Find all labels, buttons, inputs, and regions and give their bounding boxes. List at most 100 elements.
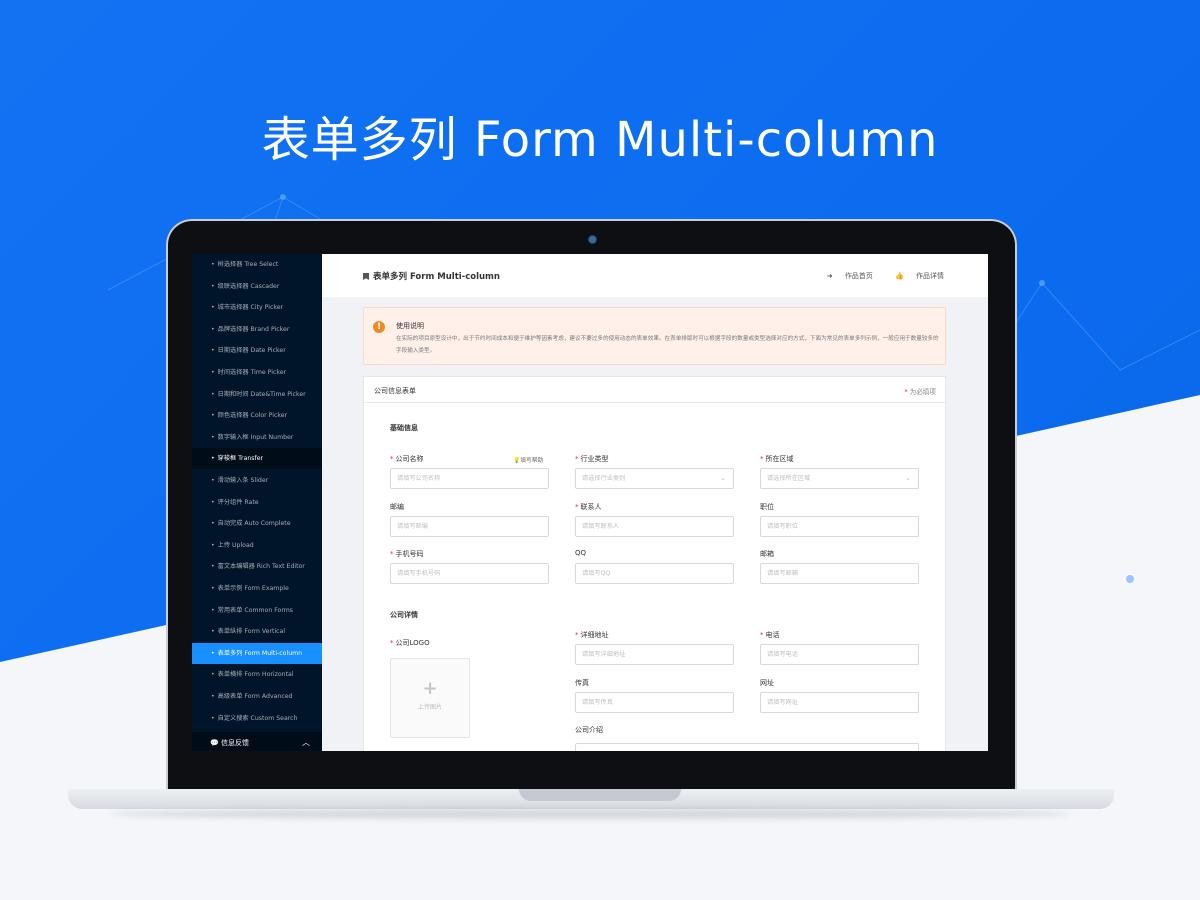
fax-input[interactable]: 请填写传真: [575, 692, 734, 713]
sidebar-item-form-horizontal[interactable]: 表单横排 Form Horizontal: [192, 664, 322, 685]
fill-help[interactable]: 💡填写帮助: [513, 455, 543, 464]
sidebar-item-input-number[interactable]: 数字输入框 Input Number: [192, 427, 322, 448]
plus-icon: +: [422, 678, 438, 699]
laptop-base-notch: [519, 789, 681, 801]
sidebar-group-feedback[interactable]: 💬 信息反馈 ︿: [192, 732, 322, 751]
region-select[interactable]: 请选择所在区域 ⌄: [760, 468, 919, 489]
notice-title: 使用说明: [396, 322, 424, 330]
banner-title: 表单多列 Form Multi-column: [261, 112, 939, 168]
label-phone-text: 电话: [765, 631, 780, 639]
sidebar-item-cascader[interactable]: 级联选择器 Cascader: [192, 276, 322, 297]
address-input[interactable]: 请填写详细地址: [575, 644, 734, 665]
label-company-intro: 公司介绍: [575, 726, 603, 734]
sidebar-item-rate[interactable]: 评分组件 Rate: [192, 492, 322, 513]
bookmark-icon: [363, 273, 369, 280]
company-name-input[interactable]: 请填写公司名称: [390, 468, 549, 489]
webcam: [589, 236, 596, 243]
label-company-logo-text: 公司LOGO: [395, 639, 430, 647]
required-note: * 为必填项: [904, 388, 936, 396]
postcode-input[interactable]: 请填写邮编: [390, 516, 549, 537]
chevron-up-icon: ︿: [302, 738, 310, 747]
sidebar-item-color-picker[interactable]: 颜色选择器 Color Picker: [192, 405, 322, 426]
laptop-screen: 树选择器 Tree Select 级联选择器 Cascader 城市选择器 Ci…: [192, 254, 988, 751]
label-company-name: * 公司名称: [390, 455, 424, 463]
laptop-shadow: [110, 809, 1070, 819]
link-home[interactable]: ➜ 作品首页: [817, 272, 873, 280]
label-company-name-text: 公司名称: [395, 455, 424, 463]
email-input[interactable]: 请填写邮箱: [760, 563, 919, 584]
usage-notice: ! 使用说明 在实际的项目原型设计中，出于节约时间成本和便于维护等因素考虑，建议…: [363, 307, 946, 365]
arrow-circle-icon: ➜: [826, 272, 833, 280]
sidebar-item-datetime-picker[interactable]: 日期和时间 Date&Time Picker: [192, 384, 322, 405]
chevron-down-icon: ⌄: [720, 474, 726, 482]
required-note-text: 为必填项: [909, 388, 936, 396]
notice-text: 在实际的项目原型设计中，出于节约时间成本和便于维护等因素考虑，建议不要过多的使用…: [396, 336, 939, 354]
page-title-text: 表单多列 Form Multi-column: [373, 272, 500, 282]
label-region: * 所在区域: [760, 455, 794, 463]
label-industry-text: 行业类型: [580, 455, 609, 463]
sidebar-item-upload[interactable]: 上传 Upload: [192, 535, 322, 556]
thumbs-up-icon: 👍: [895, 272, 904, 280]
upload-text: 上传图片: [417, 704, 442, 711]
section-company-detail: 公司详情: [390, 611, 418, 619]
sidebar-item-form-example[interactable]: 表单示例 Form Example: [192, 578, 322, 599]
section-basic-info: 基础信息: [390, 424, 418, 432]
sidebar-item-rich-text-editor[interactable]: 富文本编辑器 Rich Text Editor: [192, 556, 322, 577]
website-input[interactable]: 请填写网址: [760, 692, 919, 713]
label-phone: * 电话: [760, 631, 780, 639]
main-content: 表单多列 Form Multi-column ➜ 作品首页 👍 作品详情 ! 使…: [322, 254, 988, 751]
company-intro-textarea[interactable]: [575, 743, 919, 751]
page-header: 表单多列 Form Multi-column ➜ 作品首页 👍 作品详情: [322, 254, 988, 297]
warning-icon: !: [373, 321, 385, 333]
sidebar-item-form-multi-column[interactable]: 表单多列 Form Multi-column: [192, 642, 322, 664]
phone-input[interactable]: 请填写电话: [760, 644, 919, 665]
sidebar-item-auto-complete[interactable]: 自动完成 Auto Complete: [192, 513, 322, 534]
label-region-text: 所在区域: [765, 455, 794, 463]
sidebar-item-city-picker[interactable]: 城市选择器 City Picker: [192, 297, 322, 318]
decorative-dot: [1126, 575, 1134, 583]
label-address-text: 详细地址: [580, 631, 609, 639]
sidebar-item-tree-select[interactable]: 树选择器 Tree Select: [192, 254, 322, 275]
label-contact: * 联系人: [575, 503, 602, 511]
sidebar-item-slider[interactable]: 滑动输入条 Slider: [192, 470, 322, 491]
sidebar-item-brand-picker[interactable]: 品牌选择器 Brand Picker: [192, 319, 322, 340]
chevron-down-icon: ⌄: [905, 474, 911, 482]
sidebar-item-common-forms[interactable]: 常用表单 Common Forms: [192, 600, 322, 621]
label-qq: QQ: [575, 549, 587, 557]
position-input[interactable]: 请填写职位: [760, 516, 919, 537]
region-select-placeholder: 请选择所在区域: [767, 475, 811, 482]
fill-help-text: 填写帮助: [520, 458, 544, 464]
sidebar-item-time-picker[interactable]: 时间选择器 Time Picker: [192, 362, 322, 383]
link-home-label: 作品首页: [844, 272, 873, 280]
label-mobile: * 手机号码: [390, 550, 424, 558]
contact-input[interactable]: 请填写联系人: [575, 516, 734, 537]
header-links: ➜ 作品首页 👍 作品详情: [807, 271, 944, 281]
sidebar-item-form-advanced[interactable]: 高级表单 Form Advanced: [192, 686, 322, 707]
qq-input[interactable]: 请填写QQ: [575, 563, 734, 584]
logo-upload[interactable]: + 上传图片: [390, 658, 470, 738]
page-title: 表单多列 Form Multi-column: [363, 270, 500, 282]
link-detail[interactable]: 👍 作品详情: [885, 272, 944, 280]
sidebar-item-custom-search[interactable]: 自定义搜索 Custom Search: [192, 708, 322, 729]
label-fax: 传真: [575, 679, 589, 687]
label-industry: * 行业类型: [575, 455, 609, 463]
message-icon: 💬: [210, 739, 219, 747]
sidebar: 树选择器 Tree Select 级联选择器 Cascader 城市选择器 Ci…: [192, 254, 322, 751]
industry-select[interactable]: 请选择行业类别 ⌄: [575, 468, 734, 489]
card-header: 公司信息表单 * 为必填项: [364, 377, 945, 403]
company-info-form: 公司信息表单 * 为必填项 基础信息 * 公司名称 💡填写帮助 请填写公司名称 * 行…: [363, 376, 946, 751]
label-postcode: 邮编: [390, 503, 404, 511]
card-title: 公司信息表单: [374, 387, 416, 395]
label-contact-text: 联系人: [580, 503, 602, 511]
label-address: * 详细地址: [575, 631, 609, 639]
sidebar-item-transfer[interactable]: 穿梭框 Transfer: [192, 448, 322, 470]
label-position: 职位: [760, 503, 774, 511]
industry-select-placeholder: 请选择行业类别: [582, 475, 626, 482]
label-website: 网址: [760, 679, 774, 687]
sidebar-item-date-picker[interactable]: 日期选择器 Date Picker: [192, 340, 322, 361]
sidebar-item-form-vertical[interactable]: 表单纵排 Form Vertical: [192, 621, 322, 642]
label-email: 邮箱: [760, 550, 774, 558]
label-mobile-text: 手机号码: [395, 550, 424, 558]
link-detail-label: 作品详情: [916, 272, 944, 280]
mobile-input[interactable]: 请填写手机号码: [390, 563, 549, 584]
